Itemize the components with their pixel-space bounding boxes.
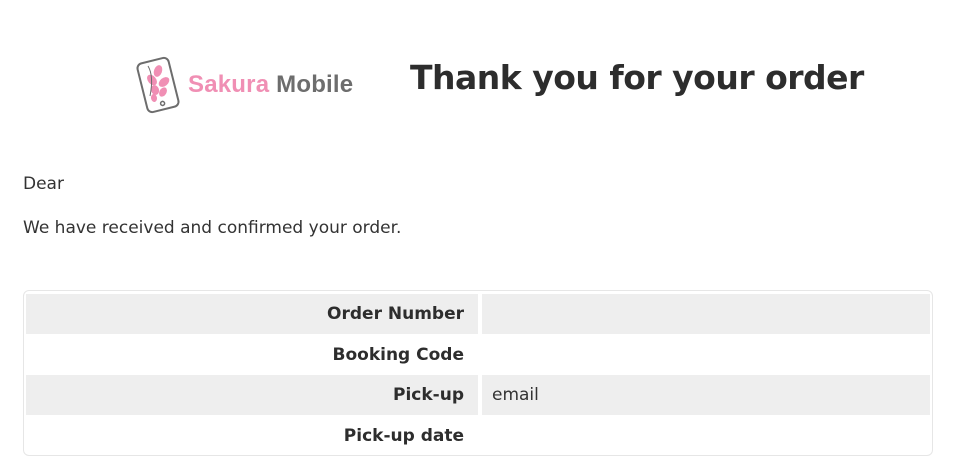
logo-text-mobile: Mobile <box>276 71 354 98</box>
logo-text-sakura: Sakura <box>188 71 270 98</box>
pickup-date-value <box>482 416 930 456</box>
pickup-label: Pick-up <box>26 375 478 415</box>
booking-code-label: Booking Code <box>332 344 465 365</box>
order-number-value <box>482 294 930 334</box>
phone-sakura-icon <box>136 56 180 114</box>
table-row: Order Number <box>26 294 930 334</box>
email-header: Sakura Mobile Thank you for your order <box>0 50 967 120</box>
sakura-mobile-logo: Sakura Mobile <box>134 56 369 114</box>
pickup-value: email <box>482 375 930 415</box>
page-title: Thank you for your order <box>410 58 864 97</box>
order-number-label: Order Number <box>26 294 478 334</box>
logo-wordmark: Sakura Mobile <box>188 71 353 99</box>
booking-code-value <box>482 335 930 375</box>
order-details-table: Order Number Booking Code Pick-up email … <box>23 290 933 456</box>
pickup-date-label: Pick-up date <box>343 425 464 446</box>
table-row: Booking Code <box>26 335 930 375</box>
table-row: Pick-up date <box>26 416 930 456</box>
table-row: Pick-up email <box>26 375 930 415</box>
greeting-text: Dear <box>23 174 64 194</box>
confirmation-message: We have received and confirmed your orde… <box>23 218 402 238</box>
